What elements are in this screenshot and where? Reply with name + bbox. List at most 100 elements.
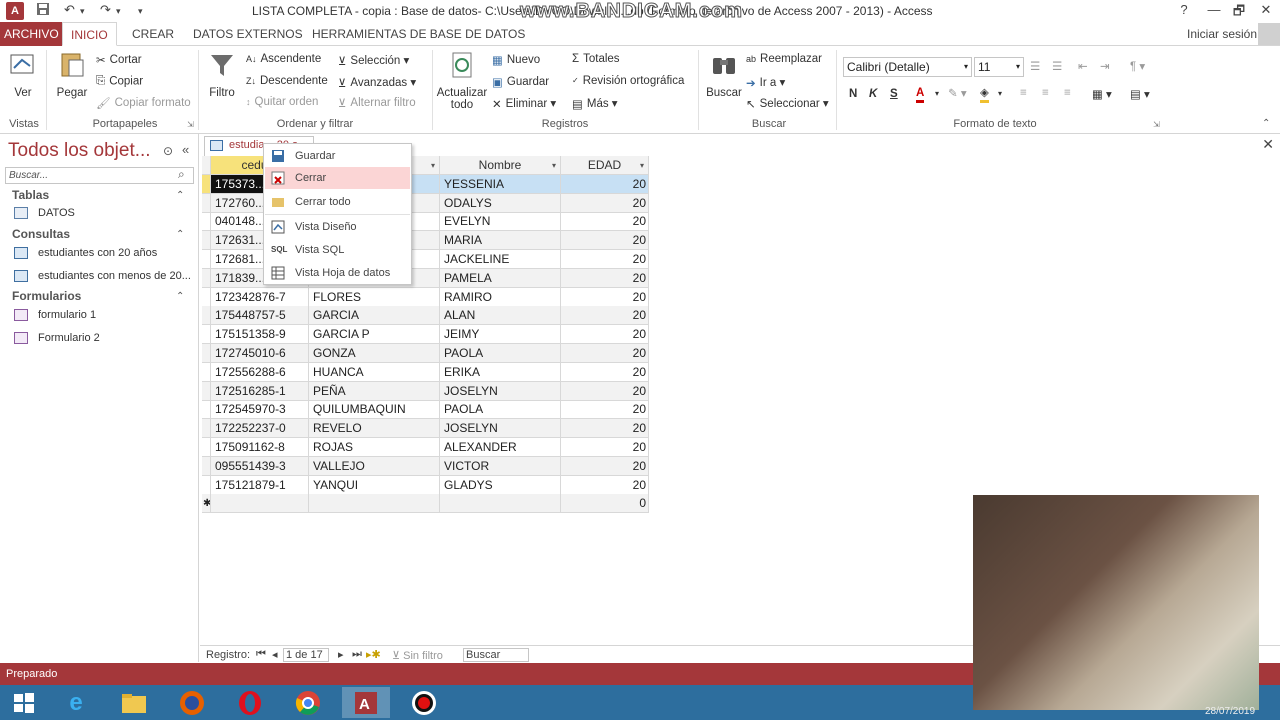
table-cell[interactable]: 20 (561, 400, 649, 420)
table-cell[interactable]: 175091162-8 (211, 438, 309, 457)
table-cell[interactable]: 175151358-9 (211, 325, 309, 345)
collapse-section-icon[interactable]: ⌃ (176, 229, 184, 240)
buscar-button[interactable]: Buscar (704, 50, 744, 99)
table-cell[interactable]: GARCIA (309, 306, 440, 326)
menu-item-vista-sql[interactable]: SQL Vista SQL (265, 239, 410, 261)
align-left-icon[interactable]: ≡ (1020, 87, 1027, 99)
table-row[interactable]: 172545970-3 QUILUMBAQUIN PAOLA 20 (202, 400, 649, 420)
fill-color-icon[interactable]: ◈ (980, 86, 989, 103)
table-cell[interactable]: PAOLA (440, 344, 561, 363)
row-selector[interactable] (202, 306, 211, 326)
table-cell[interactable]: PAOLA (440, 400, 561, 420)
gridlines-icon[interactable]: ▦ ▾ (1092, 87, 1112, 101)
copiar-button[interactable]: ⎘ Copiar (96, 75, 143, 88)
nav-item-form-2[interactable]: Formulario 2 (14, 332, 100, 345)
nuevo-button[interactable]: ▦ Nuevo (492, 53, 540, 67)
table-cell[interactable]: FLORES (309, 287, 440, 307)
last-record-icon[interactable]: ⏭ (352, 648, 362, 661)
row-selector[interactable] (202, 456, 211, 476)
restore-button[interactable]: 🗗 (1228, 2, 1250, 24)
nav-section-formularios[interactable]: Formularios (12, 289, 81, 303)
help-button[interactable]: ? (1173, 2, 1195, 17)
collapse-pane-icon[interactable]: « (182, 142, 189, 157)
search-icon[interactable]: ⌕ (178, 167, 185, 182)
dialog-launcher-icon[interactable]: ⇲ (187, 120, 194, 129)
tab-inicio[interactable]: INICIO (62, 22, 117, 46)
table-row[interactable]: 095551439-3 VALLEJO VICTOR 20 (202, 456, 649, 476)
table-cell[interactable]: 175121879-1 (211, 475, 309, 495)
revision-button[interactable]: ✓ Revisión ortográfica (572, 75, 684, 87)
reemplazar-button[interactable]: ab Reemplazar (746, 53, 822, 65)
align-center-icon[interactable]: ≡ (1042, 87, 1049, 99)
bold-button[interactable]: N (849, 88, 857, 100)
row-selector[interactable] (202, 419, 211, 439)
table-cell[interactable]: 095551439-3 (211, 456, 309, 476)
table-cell[interactable]: VALLEJO (309, 456, 440, 476)
row-selector[interactable] (202, 381, 211, 401)
totales-button[interactable]: Σ Totales (572, 53, 620, 65)
italic-button[interactable]: K (869, 88, 877, 100)
table-row[interactable]: 172745010-6 GONZA PAOLA 20 (202, 344, 649, 363)
row-selector[interactable] (202, 268, 211, 288)
table-row[interactable]: 175091162-8 ROJAS ALEXANDER 20 (202, 438, 649, 457)
taskbar-access[interactable]: A (342, 687, 390, 718)
pegar-button[interactable]: Pegar (54, 50, 90, 99)
row-selector[interactable] (202, 250, 211, 269)
table-cell[interactable]: REVELO (309, 419, 440, 439)
font-color-icon[interactable]: A (916, 86, 925, 103)
table-cell[interactable]: JACKELINE (440, 250, 561, 269)
nav-pane-title[interactable]: Todos los objet... (8, 140, 151, 162)
taskbar-ie[interactable]: e (52, 687, 100, 718)
table-cell[interactable]: YESSENIA (440, 174, 561, 194)
chevron-down-icon[interactable]: ▾ (640, 156, 644, 174)
ir-a-button[interactable]: ➔ Ir a ▾ (746, 75, 785, 90)
ver-button[interactable]: Ver (4, 50, 42, 99)
table-row[interactable]: 172556288-6 HUANCA ERIKA 20 (202, 362, 649, 382)
avanzadas-button[interactable]: ⊻ Avanzadas ▾ (338, 75, 416, 90)
row-selector[interactable] (202, 438, 211, 457)
taskbar-firefox[interactable] (168, 687, 216, 718)
tab-datos-externos[interactable]: DATOS EXTERNOS (185, 22, 311, 46)
tab-crear[interactable]: CREAR (124, 22, 182, 46)
increase-indent-icon[interactable]: ⇥ (1100, 59, 1110, 73)
actualizar-todo-button[interactable]: Actualizar todo (436, 50, 488, 111)
collapse-section-icon[interactable]: ⌃ (176, 190, 184, 201)
table-cell[interactable]: 172545970-3 (211, 400, 309, 420)
table-cell[interactable]: PAMELA (440, 268, 561, 288)
table-cell[interactable]: 20 (561, 325, 649, 345)
save-icon[interactable] (36, 2, 50, 19)
table-cell[interactable]: PEÑA (309, 381, 440, 401)
table-cell[interactable]: 175373... (211, 174, 271, 194)
row-selector[interactable] (202, 174, 211, 194)
table-cell[interactable] (309, 494, 440, 514)
next-record-icon[interactable]: ▸ (338, 648, 344, 661)
undo-icon[interactable]: ↶ (64, 2, 75, 18)
table-cell[interactable]: 172342876-7 (211, 287, 309, 307)
ascendente-button[interactable]: A↓ Ascendente (246, 53, 321, 65)
paragraph-icon[interactable]: ¶ ▾ (1130, 59, 1145, 73)
table-cell[interactable]: 20 (561, 344, 649, 363)
row-selector[interactable] (202, 362, 211, 382)
nav-section-tablas[interactable]: Tablas (12, 188, 49, 202)
undo-dropdown-icon[interactable]: ▾ (80, 6, 85, 17)
table-cell[interactable]: 20 (561, 212, 649, 232)
no-filter-button[interactable]: ⊻ Sin filtro (392, 649, 443, 662)
nav-section-consultas[interactable]: Consultas (12, 227, 70, 241)
table-cell[interactable]: JEIMY (440, 325, 561, 345)
table-cell[interactable]: ALEXANDER (440, 438, 561, 457)
mas-button[interactable]: ▤ Más ▾ (572, 96, 618, 111)
column-header[interactable]: EDAD ▾ (561, 156, 649, 175)
table-cell[interactable]: YANQUI (309, 475, 440, 495)
underline-button[interactable]: S (890, 88, 898, 100)
row-selector[interactable] (202, 400, 211, 420)
guardar-button[interactable]: ▣ Guardar (492, 75, 549, 89)
row-selector[interactable] (202, 475, 211, 495)
table-cell[interactable]: 0 (561, 494, 649, 514)
table-cell[interactable]: 172745010-6 (211, 344, 309, 363)
table-cell[interactable]: 20 (561, 287, 649, 307)
nav-item-query-2[interactable]: estudiantes con menos de 20... (14, 270, 191, 283)
taskbar-opera[interactable] (226, 687, 274, 718)
sign-in-link[interactable]: Iniciar sesión (1179, 22, 1265, 46)
menu-item-guardar[interactable]: Guardar (265, 145, 410, 167)
table-cell[interactable]: JOSELYN (440, 381, 561, 401)
